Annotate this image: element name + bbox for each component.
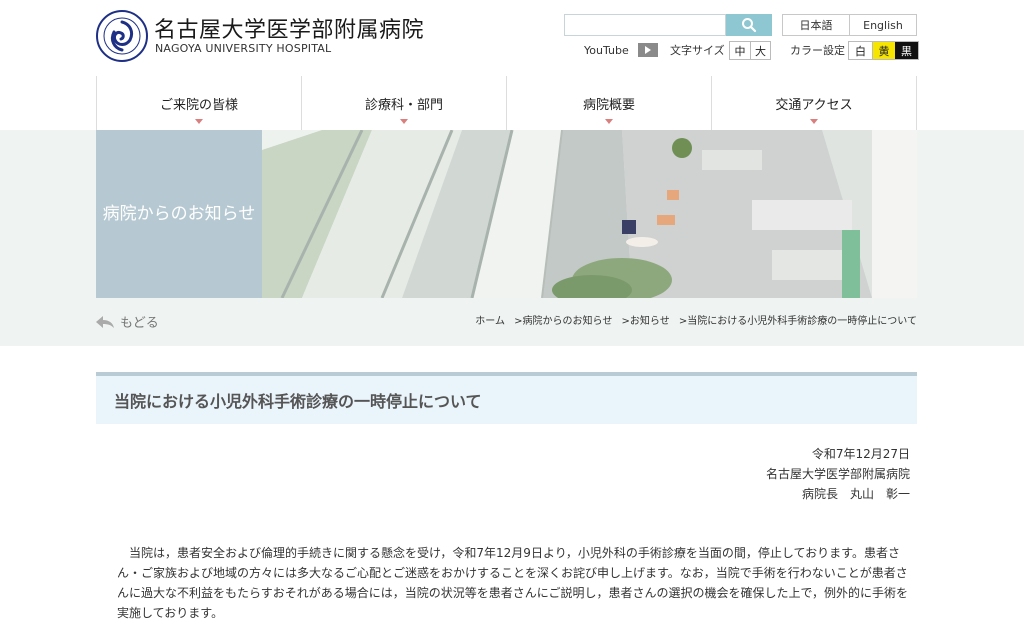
nav-item-label: 病院概要 xyxy=(582,97,635,113)
font-size-medium-button[interactable]: 中 xyxy=(730,42,750,59)
signer-name: 病院長 丸山 彰一 xyxy=(801,487,910,501)
lang-japanese-button[interactable]: 日本語 xyxy=(783,15,849,35)
caret-down-icon xyxy=(195,119,203,124)
back-arrow-icon xyxy=(96,315,114,328)
publish-date: 令和7年12月27日 xyxy=(811,447,910,461)
language-switch: 日本語 English xyxy=(782,14,917,36)
breadcrumb-home[interactable]: ホーム xyxy=(475,316,505,327)
global-nav: ご来院の皆様 診療科・部門 病院概要 交通アクセス xyxy=(96,76,917,130)
nav-item-about[interactable]: 病院概要 xyxy=(507,76,712,130)
color-setting-switch: 白 黄 黒 xyxy=(848,41,919,60)
breadcrumb: ホーム >病院からのお知らせ >お知らせ >当院における小児外科手術診療の一時停… xyxy=(469,312,917,327)
font-size-large-button[interactable]: 大 xyxy=(750,42,770,59)
caret-down-icon xyxy=(400,119,408,124)
nav-item-label: ご来院の皆様 xyxy=(159,97,238,113)
signature-block: 令和7年12月27日 名古屋大学医学部附属病院 病院長 丸山 彰一 xyxy=(766,444,910,504)
font-size-label: 文字サイズ xyxy=(670,44,725,57)
lang-english-button[interactable]: English xyxy=(849,15,916,35)
site-header: 名古屋大学医学部附属病院 NAGOYA UNIVERSITY HOSPITAL … xyxy=(0,0,1024,76)
caret-down-icon xyxy=(810,119,818,124)
nav-item-label: 交通アクセス xyxy=(775,97,853,113)
breadcrumb-news[interactable]: >お知らせ xyxy=(622,316,670,327)
nav-item-access[interactable]: 交通アクセス xyxy=(712,76,917,130)
nav-item-label: 診療科・部門 xyxy=(364,97,443,113)
breadcrumb-current: >当院における小児外科手術診療の一時停止について xyxy=(678,316,917,327)
color-setting-label: カラー設定 xyxy=(790,44,845,57)
search-input[interactable] xyxy=(564,14,726,36)
youtube-play-button[interactable] xyxy=(638,43,658,57)
color-yellow-button[interactable]: 黄 xyxy=(872,42,895,59)
site-subtitle: NAGOYA UNIVERSITY HOSPITAL xyxy=(155,42,332,55)
search-icon xyxy=(742,18,757,33)
breadcrumb-notices[interactable]: >病院からのお知らせ xyxy=(514,316,612,327)
back-link[interactable]: もどる xyxy=(96,312,159,331)
font-size-switch: 中 大 xyxy=(729,41,771,60)
page-title: 当院における小児外科手術診療の一時停止について xyxy=(96,372,917,424)
section-title: 病院からのお知らせ xyxy=(96,130,262,298)
youtube-label[interactable]: YouTube xyxy=(584,40,629,60)
search-button[interactable] xyxy=(726,14,772,36)
hero-image xyxy=(262,130,917,298)
caret-down-icon xyxy=(605,119,613,124)
color-white-button[interactable]: 白 xyxy=(849,42,872,59)
color-black-button[interactable]: 黒 xyxy=(895,42,918,59)
university-seal-icon[interactable] xyxy=(96,10,148,62)
nav-item-visitors[interactable]: ご来院の皆様 xyxy=(97,76,302,130)
nav-item-departments[interactable]: 診療科・部門 xyxy=(302,76,507,130)
back-link-label: もどる xyxy=(120,316,159,331)
play-icon xyxy=(645,46,651,54)
site-title[interactable]: 名古屋大学医学部附属病院 xyxy=(154,12,424,44)
organization-name: 名古屋大学医学部附属病院 xyxy=(765,467,910,481)
article-body: 当院は，患者安全および倫理的手続きに関する懸念を受け，令和7年12月9日より，小… xyxy=(117,546,909,620)
